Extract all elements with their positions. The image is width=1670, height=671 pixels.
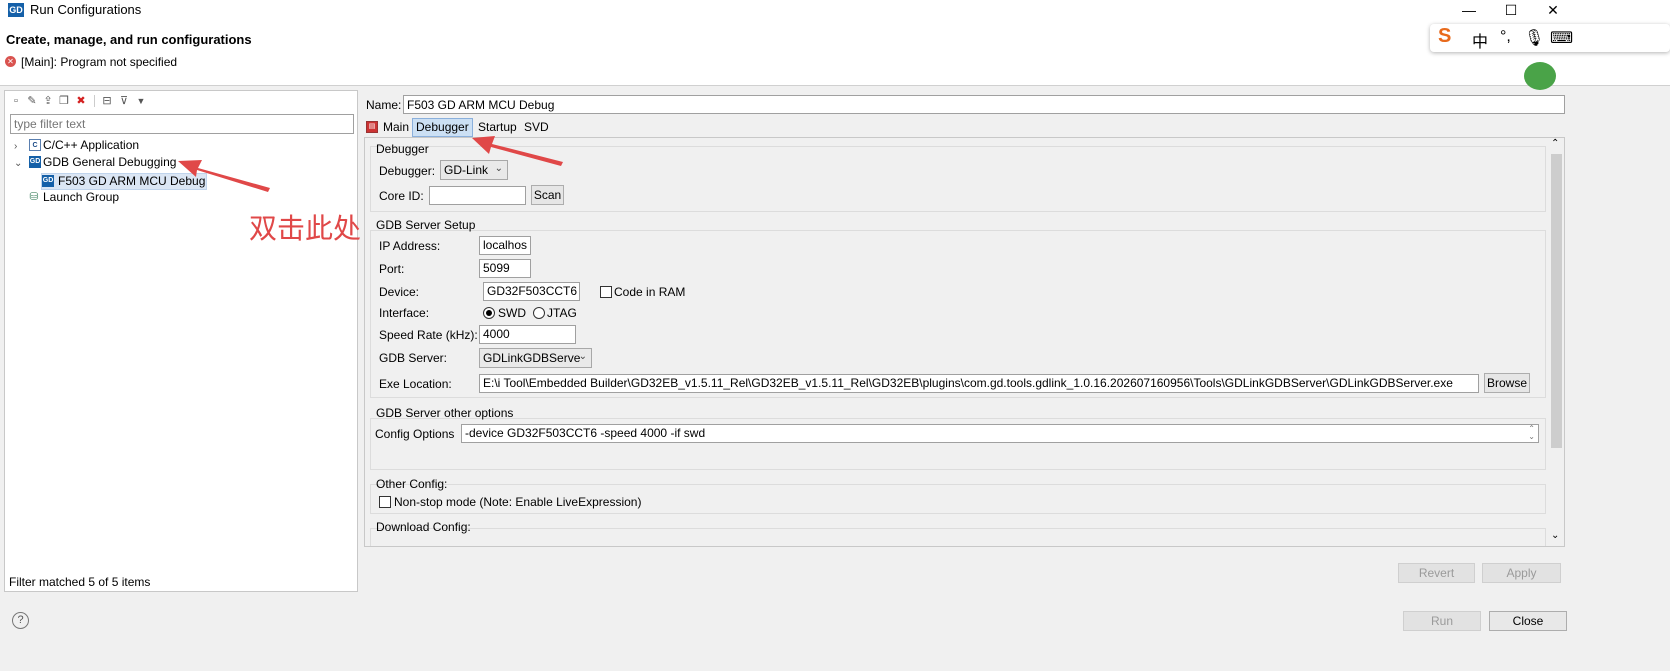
arrow-to-debugger-tab bbox=[472, 136, 563, 166]
arrow-to-gdb-general bbox=[178, 160, 270, 192]
annotation-arrows bbox=[178, 136, 563, 192]
